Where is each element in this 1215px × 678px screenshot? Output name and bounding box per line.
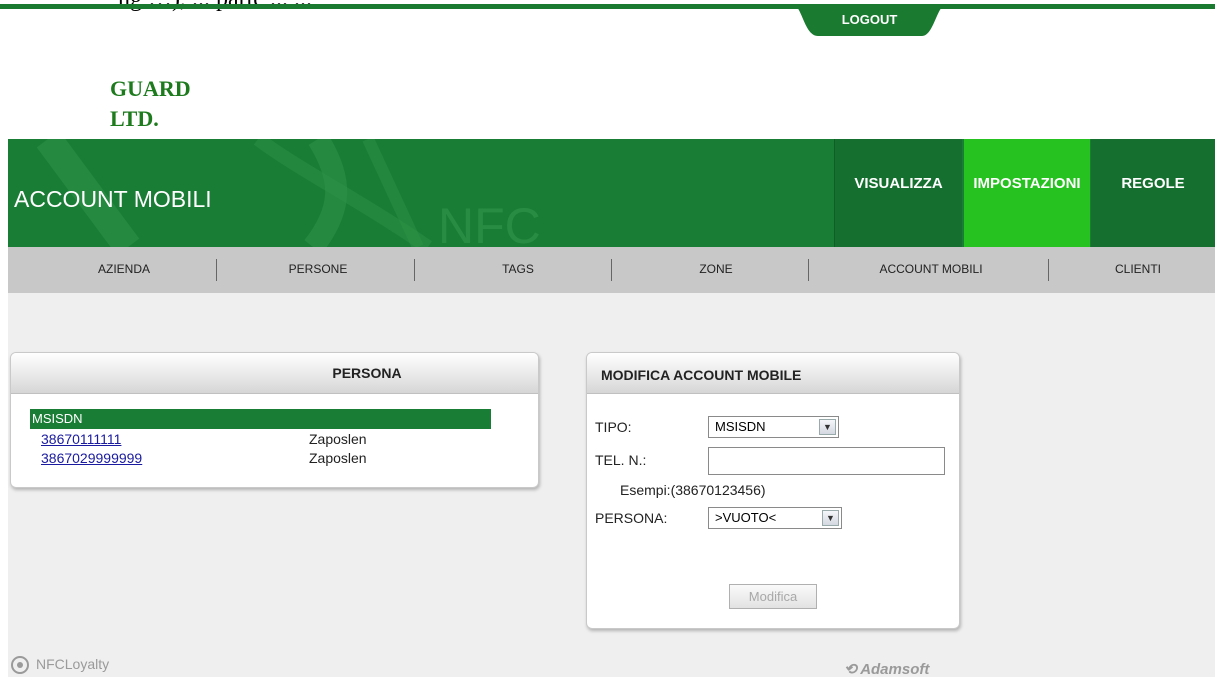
modifica-account-panel: MODIFICA ACCOUNT MOBILE TIPO: MSISDN ▼ T… [586, 352, 960, 629]
adamsoft-logo: ⟲ Adamsoft [844, 660, 929, 678]
persona-panel: PERSONA MSISDN 38670111111 Zaposlen 3867… [10, 352, 539, 488]
account-status: Zaposlen [309, 431, 367, 447]
persona-select-value: >VUOTO< [715, 510, 777, 525]
subnav-separator [611, 259, 612, 281]
logo-line-1: GUARD [110, 76, 191, 101]
tipo-label: TIPO: [595, 419, 632, 435]
subnav-zone[interactable]: ZONE [656, 262, 776, 276]
modifica-panel-title: MODIFICA ACCOUNT MOBILE [587, 353, 959, 394]
company-logo: GUARD LTD. [110, 74, 191, 134]
persona-panel-title: PERSONA [11, 353, 538, 394]
chevron-down-icon: ▼ [819, 419, 836, 435]
subnav-persone[interactable]: PERSONE [258, 262, 378, 276]
nfc-logo-icon [11, 656, 29, 674]
account-number-link[interactable]: 3867029999999 [41, 450, 142, 466]
subnav-separator [216, 259, 217, 281]
msisdn-group-header: MSISDN [30, 409, 491, 429]
page-header: NFC ACCOUNT MOBILI VISUALIZZA IMPOSTAZIO… [8, 139, 1215, 247]
account-number-link[interactable]: 38670111111 [41, 431, 121, 447]
tel-label: TEL. N.: [595, 452, 647, 468]
persona-label: PERSONA: [595, 510, 668, 526]
nav-regole[interactable]: REGOLE [1091, 139, 1215, 247]
nav-visualizza[interactable]: VISUALIZZA [834, 139, 962, 247]
top-rule [0, 4, 1215, 9]
logout-button[interactable]: LOGOUT [792, 0, 947, 40]
logo-line-2: LTD. [110, 106, 159, 131]
list-item: 38670111111 Zaposlen [41, 431, 367, 447]
subnav-tags[interactable]: TAGS [458, 262, 578, 276]
subnav-separator [1048, 259, 1049, 281]
main-content: PERSONA MSISDN 38670111111 Zaposlen 3867… [8, 293, 1215, 677]
sub-navigation: AZIENDA PERSONE TAGS ZONE ACCOUNT MOBILI… [8, 247, 1215, 293]
account-status: Zaposlen [309, 450, 367, 466]
modifica-button[interactable]: Modifica [729, 584, 817, 609]
subnav-clienti[interactable]: CLIENTI [1078, 262, 1198, 276]
subnav-azienda[interactable]: AZIENDA [64, 262, 184, 276]
tipo-select[interactable]: MSISDN ▼ [708, 416, 839, 438]
nfcloyalty-logo: NFCLoyalty [10, 654, 109, 674]
logout-label: LOGOUT [841, 12, 898, 27]
subnav-separator [808, 259, 809, 281]
header-watermark: NFC [438, 198, 541, 247]
subnav-account-mobili[interactable]: ACCOUNT MOBILI [866, 262, 996, 276]
nfcloyalty-text: NFCLoyalty [36, 656, 110, 672]
tel-input[interactable] [708, 447, 945, 475]
list-item: 3867029999999 Zaposlen [41, 450, 367, 466]
chevron-down-icon: ▼ [822, 510, 839, 526]
adamsoft-icon: ⟲ [844, 661, 861, 678]
persona-select[interactable]: >VUOTO< ▼ [708, 507, 842, 529]
tipo-select-value: MSISDN [715, 419, 766, 434]
subnav-separator [414, 259, 415, 281]
adamsoft-text: Adamsoft [860, 661, 930, 678]
page-title: ACCOUNT MOBILI [14, 186, 212, 212]
esempi-hint: Esempi:(38670123456) [620, 482, 766, 498]
nav-impostazioni[interactable]: IMPOSTAZIONI [964, 139, 1090, 247]
